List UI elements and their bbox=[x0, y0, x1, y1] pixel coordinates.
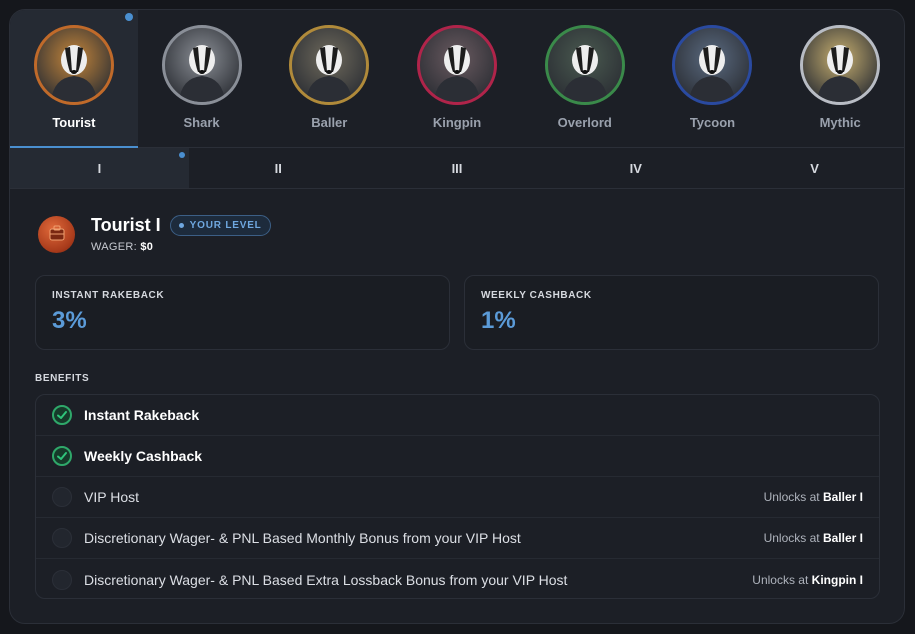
level-tabs: I II III IV V bbox=[10, 148, 904, 189]
level-label: IV bbox=[629, 160, 642, 176]
unlock-prefix: Unlocks at bbox=[752, 572, 809, 587]
list-item: Discretionary Wager- & PNL Based Extra L… bbox=[36, 559, 879, 598]
empty-circle-icon bbox=[52, 528, 72, 548]
stat-label: INSTANT RAKEBACK bbox=[52, 290, 165, 301]
check-icon bbox=[52, 405, 72, 425]
benefit-text: Instant Rakeback bbox=[84, 407, 200, 423]
level-label: II bbox=[274, 160, 282, 176]
tier-name-kingpin: Kingpin bbox=[432, 115, 482, 130]
tab-kingpin[interactable]: Kingpin bbox=[393, 10, 521, 147]
weekly-cashback-card: WEEKLY CASHBACK 1% bbox=[464, 275, 879, 350]
level-label: I bbox=[97, 160, 102, 176]
tab-level-3[interactable]: III bbox=[368, 148, 547, 188]
unlock-requirement: Unlocks at Baller I bbox=[764, 490, 863, 504]
unlock-prefix: Unlocks at bbox=[763, 531, 820, 545]
tier-name-shark: Shark bbox=[183, 115, 220, 130]
your-level-label: YOUR LEVEL bbox=[189, 220, 262, 231]
list-item: Discretionary Wager- & PNL Based Monthly… bbox=[36, 518, 879, 559]
badger-figure-icon bbox=[50, 45, 97, 102]
tab-shark[interactable]: Shark bbox=[138, 10, 266, 147]
tab-mythic[interactable]: Mythic bbox=[776, 10, 904, 147]
tourist-avatar bbox=[33, 25, 114, 105]
tab-level-2[interactable]: II bbox=[189, 148, 368, 188]
level-title: Tourist I bbox=[91, 215, 161, 235]
shark-avatar bbox=[161, 25, 242, 105]
unlock-tier: Baller I bbox=[822, 531, 863, 545]
tab-level-1[interactable]: I bbox=[10, 148, 189, 188]
level-header: Tourist I YOUR LEVEL WAGER: $0 bbox=[38, 215, 271, 253]
wager-value: $0 bbox=[140, 241, 154, 253]
kingpin-avatar bbox=[417, 25, 498, 105]
tab-level-4[interactable]: IV bbox=[546, 148, 725, 188]
stat-label: WEEKLY CASHBACK bbox=[481, 290, 592, 301]
benefit-text: Discretionary Wager- & PNL Based Monthly… bbox=[84, 530, 521, 546]
your-level-badge: YOUR LEVEL bbox=[169, 215, 271, 236]
wager-line: WAGER: $0 bbox=[91, 241, 271, 253]
tab-tycoon[interactable]: Tycoon bbox=[649, 10, 777, 147]
tier-name-baller: Baller bbox=[311, 115, 348, 130]
vip-panel: Tourist Shark Baller Kingpin Overlord Ty… bbox=[9, 9, 905, 624]
unlock-requirement: Unlocks at Kingpin I bbox=[752, 573, 863, 587]
tier-name-tycoon: Tycoon bbox=[689, 115, 736, 130]
benefits-list: Instant Rakeback Weekly Cashback VIP Hos… bbox=[35, 394, 880, 599]
badger-figure-icon bbox=[306, 45, 353, 102]
benefit-text: Discretionary Wager- & PNL Based Extra L… bbox=[84, 571, 568, 588]
tycoon-avatar bbox=[672, 25, 753, 105]
benefit-text: Weekly Cashback bbox=[84, 448, 203, 464]
benefit-text: VIP Host bbox=[84, 489, 139, 505]
baller-avatar bbox=[289, 25, 370, 105]
badge-dot bbox=[178, 223, 184, 228]
tier-name-tourist: Tourist bbox=[52, 115, 96, 130]
active-indicator-dot bbox=[124, 13, 133, 21]
tab-tourist[interactable]: Tourist bbox=[10, 10, 138, 148]
list-item: Weekly Cashback bbox=[36, 436, 879, 477]
active-indicator-dot bbox=[178, 152, 185, 158]
unlock-tier: Baller I bbox=[822, 490, 863, 504]
tourist-badge-icon bbox=[38, 215, 75, 253]
tier-tabs: Tourist Shark Baller Kingpin Overlord Ty… bbox=[10, 10, 904, 148]
badger-figure-icon bbox=[434, 45, 481, 102]
tier-name-overlord: Overlord bbox=[557, 115, 612, 130]
empty-circle-icon bbox=[52, 487, 72, 507]
badger-figure-icon bbox=[561, 45, 608, 102]
tab-baller[interactable]: Baller bbox=[265, 10, 393, 147]
list-item: Instant Rakeback bbox=[36, 395, 879, 436]
tab-level-5[interactable]: V bbox=[725, 148, 904, 188]
list-item: VIP Host Unlocks at Baller I bbox=[36, 477, 879, 518]
instant-rakeback-card: INSTANT RAKEBACK 3% bbox=[35, 275, 450, 350]
stat-value: 3% bbox=[52, 307, 87, 334]
empty-circle-icon bbox=[52, 569, 72, 590]
tab-overlord[interactable]: Overlord bbox=[521, 10, 649, 147]
stat-value: 1% bbox=[481, 307, 516, 334]
benefits-heading: BENEFITS bbox=[35, 373, 90, 384]
badger-figure-icon bbox=[817, 45, 864, 102]
badger-figure-icon bbox=[689, 45, 736, 102]
check-icon bbox=[52, 446, 72, 466]
mythic-avatar bbox=[800, 25, 881, 105]
level-label: V bbox=[810, 160, 819, 176]
overlord-avatar bbox=[544, 25, 625, 105]
badger-figure-icon bbox=[178, 45, 225, 102]
level-label: III bbox=[451, 160, 463, 176]
unlock-tier: Kingpin I bbox=[811, 572, 863, 587]
tier-name-mythic: Mythic bbox=[819, 115, 861, 130]
wager-label: WAGER: bbox=[91, 241, 138, 253]
unlock-requirement: Unlocks at Baller I bbox=[764, 531, 863, 545]
unlock-prefix: Unlocks at bbox=[763, 490, 820, 504]
